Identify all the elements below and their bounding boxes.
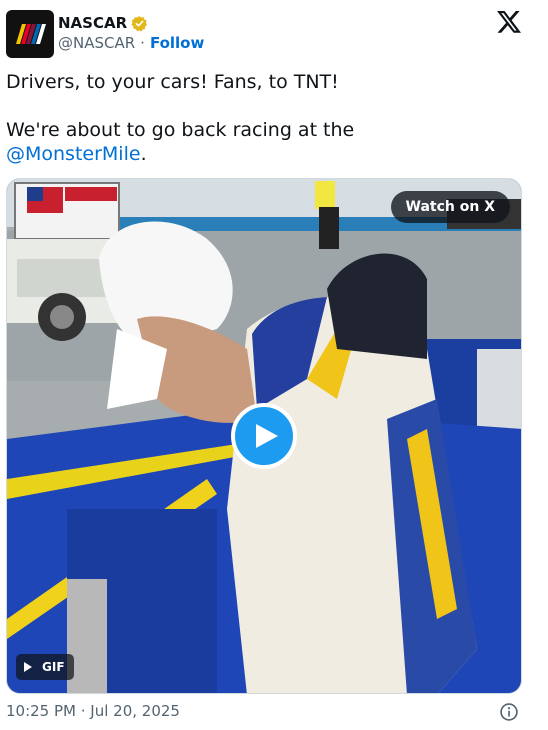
nascar-logo-icon: [16, 24, 46, 44]
play-icon: [256, 424, 278, 448]
account-name[interactable]: NASCAR: [58, 14, 127, 32]
follow-button[interactable]: Follow: [150, 34, 204, 52]
gif-label: GIF: [42, 660, 65, 674]
gif-badge: GIF: [16, 654, 74, 680]
mention-suffix: .: [140, 143, 147, 165]
x-logo-icon[interactable]: [497, 11, 521, 33]
media-gif[interactable]: Watch on X GIF: [6, 178, 522, 694]
tweet-line-2: We're about to go back racing at the: [6, 118, 526, 142]
tweet-line-3: @MonsterMile.: [6, 142, 526, 166]
tweet-line-1: Drivers, to your cars! Fans, to TNT!: [6, 71, 339, 93]
timestamp[interactable]: 10:25 PM · Jul 20, 2025: [6, 702, 180, 720]
play-small-icon: [24, 662, 32, 672]
mention-link[interactable]: @MonsterMile: [6, 143, 141, 165]
watch-on-x-button[interactable]: Watch on X: [390, 191, 510, 223]
separator-dot: ·: [140, 34, 145, 52]
verified-badge-icon: [131, 15, 148, 31]
handle-row: @NASCAR · Follow: [58, 34, 204, 52]
tweet-text: Drivers, to your cars! Fans, to TNT! We'…: [6, 70, 526, 166]
avatar[interactable]: [6, 10, 54, 58]
account-name-row: NASCAR: [58, 13, 148, 33]
tweet-card: NASCAR @NASCAR · Follow Drivers, to your…: [0, 0, 540, 730]
tweet-line-2-text: We're about to go back racing at the: [6, 119, 355, 141]
info-icon[interactable]: [499, 702, 519, 722]
account-handle[interactable]: @NASCAR: [58, 34, 135, 52]
play-button[interactable]: [231, 403, 297, 469]
